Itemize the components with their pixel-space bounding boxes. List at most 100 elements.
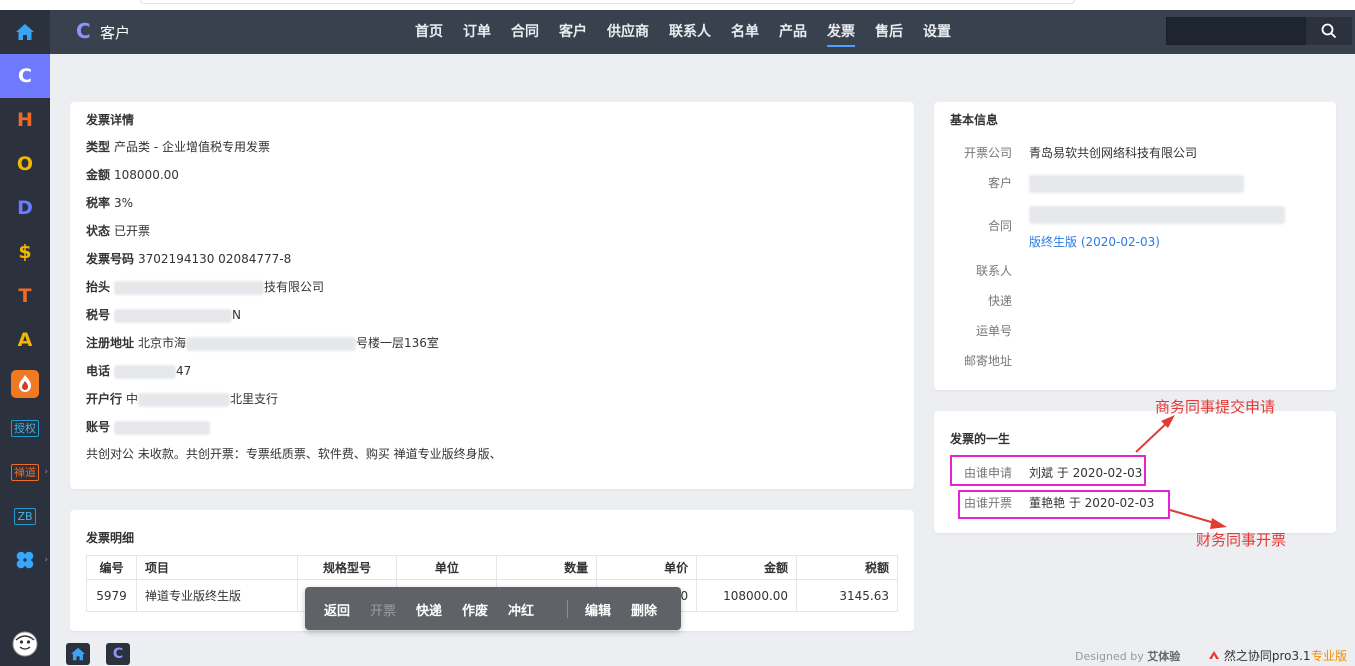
invoice-number-row: 发票号码 3702194130 02084777-8 xyxy=(86,250,291,267)
fire-app-icon xyxy=(11,370,39,398)
nav-item-orders[interactable]: 订单 xyxy=(453,10,501,54)
chevron-right-icon: › xyxy=(44,467,48,477)
nav-item-settings[interactable]: 设置 xyxy=(913,10,961,54)
contract-link[interactable]: 版终生版 (2020-02-03) xyxy=(1029,233,1160,250)
col-header-amount: 金额 xyxy=(696,555,798,580)
invoice-type-row: 类型 产品类 - 企业增值税专用发票 xyxy=(86,138,270,155)
offset-button[interactable]: 冲红 xyxy=(508,600,534,619)
sidebar-app-h-label: H xyxy=(17,109,33,131)
sidebar-app-zb[interactable]: ZB xyxy=(0,494,50,538)
col-header-id: 编号 xyxy=(86,555,137,580)
issue-button[interactable]: 开票 xyxy=(370,600,396,619)
nav-item-invoices[interactable]: 发票 xyxy=(817,10,865,54)
customer-value-redacted[interactable] xyxy=(1029,175,1244,193)
footer-app-c-button[interactable]: C xyxy=(106,643,130,665)
nav-item-home[interactable]: 首页 xyxy=(405,10,453,54)
sidebar-app-h[interactable]: H xyxy=(0,98,50,142)
search-button[interactable] xyxy=(1306,17,1352,45)
sidebar-app-d[interactable]: D xyxy=(0,186,50,230)
sidebar-app-authorize[interactable]: 授权 xyxy=(0,406,50,450)
company-label: 开票公司 xyxy=(963,146,1012,160)
invoice-detail-title: 发票详情 xyxy=(86,113,135,127)
sidebar-app-o[interactable]: O xyxy=(0,142,50,186)
invoice-header-value: 技有限公司 xyxy=(264,280,325,294)
sidebar-app-t[interactable]: T xyxy=(0,274,50,318)
invoice-items-title: 发票明细 xyxy=(86,531,135,545)
invoice-bank-label: 开户行 xyxy=(86,392,123,406)
sidebar-app-more[interactable]: › xyxy=(0,538,50,582)
designed-by-prefix: Designed by xyxy=(1075,650,1144,663)
invoice-number-value: 3702194130 02084777-8 xyxy=(138,252,292,266)
contract-label: 合同 xyxy=(987,219,1012,233)
basic-info-title: 基本信息 xyxy=(950,113,999,127)
footer-home-button[interactable] xyxy=(66,643,90,665)
browser-strip xyxy=(0,0,1355,10)
cell-tax: 3145.63 xyxy=(796,579,898,612)
version-info[interactable]: 然之协同pro3.1 xyxy=(1208,647,1311,664)
invoice-account-label: 账号 xyxy=(86,420,111,434)
invoice-status-value: 已开票 xyxy=(114,224,151,238)
footer: C Designed by 艾体验 然之协同pro3.1 专业版 xyxy=(50,641,1355,666)
redacted-block xyxy=(186,336,357,351)
annotation-apply-note: 商务同事提交申请 xyxy=(1155,398,1276,416)
contact-label: 联系人 xyxy=(975,264,1012,278)
nav-item-after-sales[interactable]: 售后 xyxy=(865,10,913,54)
sidebar-home[interactable] xyxy=(0,10,50,54)
invoice-status-row: 状态 已开票 xyxy=(86,222,150,239)
home-icon xyxy=(71,647,85,661)
invoice-phone-value: 47 xyxy=(176,364,192,378)
nav-item-products[interactable]: 产品 xyxy=(769,10,817,54)
arrow-line-issue xyxy=(1169,509,1219,525)
sidebar-app-a-label: A xyxy=(17,329,33,351)
basic-info-panel: 基本信息 开票公司 青岛易软共创网络科技有限公司 客户 合同 版终生版 (202… xyxy=(934,102,1336,390)
nav-item-customers[interactable]: 客户 xyxy=(549,10,597,54)
invoice-phone-row: 电话 47 xyxy=(86,362,191,379)
sidebar-app-a[interactable]: A xyxy=(0,318,50,362)
edit-button[interactable]: 编辑 xyxy=(585,600,611,619)
footer-app-c-label: C xyxy=(112,646,124,662)
nav-item-contacts[interactable]: 联系人 xyxy=(659,10,721,54)
invoice-tax-no-row: 税号 N xyxy=(86,306,241,323)
sidebar-app-authorize-label: 授权 xyxy=(11,419,39,437)
invoice-note: 共创对公 未收款。共创开票：专票纸质票、软件费、购买 禅道专业版终身版、 xyxy=(86,447,502,461)
customer-label: 客户 xyxy=(987,176,1012,190)
express-button[interactable]: 快递 xyxy=(416,600,442,619)
highlight-box-applied xyxy=(950,455,1146,486)
contract-value-redacted[interactable] xyxy=(1029,206,1285,224)
invoice-header-row: 抬头 技有限公司 xyxy=(86,278,324,295)
tracking-label: 运单号 xyxy=(975,324,1012,338)
col-header-item: 项目 xyxy=(135,555,298,580)
sidebar-app-dollar[interactable]: $ xyxy=(0,230,50,274)
nav-item-suppliers[interactable]: 供应商 xyxy=(597,10,659,54)
delete-button[interactable]: 删除 xyxy=(631,600,657,619)
arrow-head-issue xyxy=(1210,518,1227,529)
nav-item-lists[interactable]: 名单 xyxy=(721,10,769,54)
edition-badge: 专业版 xyxy=(1311,649,1348,663)
void-button[interactable]: 作废 xyxy=(462,600,488,619)
sidebar-app-zentao[interactable]: 禅道 › xyxy=(0,450,50,494)
browser-tab-edge xyxy=(140,0,1075,4)
mail-address-label: 邮寄地址 xyxy=(963,354,1012,368)
redacted-block xyxy=(114,364,177,379)
invoice-tax-rate-label: 税率 xyxy=(86,196,111,210)
lifecycle-title: 发票的一生 xyxy=(950,432,1011,446)
invoice-address-row: 注册地址 北京市海 号楼一层136室 xyxy=(86,334,439,351)
cell-item: 禅道专业版终生版 xyxy=(135,579,298,612)
designed-by-name[interactable]: 艾体验 xyxy=(1147,650,1180,663)
home-icon xyxy=(16,24,34,40)
invoice-tax-rate-value: 3% xyxy=(114,196,134,210)
back-button[interactable]: 返回 xyxy=(324,600,350,619)
redacted-block xyxy=(114,280,265,295)
sidebar-app-c[interactable]: C xyxy=(0,54,50,98)
invoice-bank-head: 中 xyxy=(126,392,139,406)
redacted-block xyxy=(1029,206,1285,224)
express-label: 快递 xyxy=(987,294,1012,308)
nav-item-contracts[interactable]: 合同 xyxy=(501,10,549,54)
main-nav: 首页 订单 合同 客户 供应商 联系人 名单 产品 发票 售后 设置 xyxy=(405,10,961,54)
col-header-quantity: 数量 xyxy=(496,555,598,580)
action-divider xyxy=(567,600,568,618)
annotation-arrows xyxy=(1135,415,1227,529)
sidebar-app-fire[interactable] xyxy=(0,362,50,406)
search-input[interactable] xyxy=(1166,17,1306,45)
user-avatar[interactable] xyxy=(0,622,50,666)
